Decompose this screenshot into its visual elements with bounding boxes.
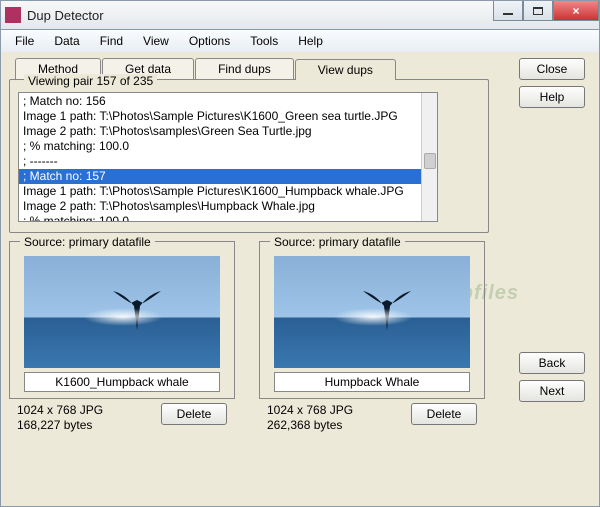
results-listbox[interactable]: ; Match no: 156 Image 1 path: T:\Photos\… bbox=[18, 92, 438, 222]
list-scrollbar[interactable] bbox=[421, 93, 437, 221]
image1-source: Source: primary datafile bbox=[20, 235, 155, 249]
image1-meta: 1024 x 768 JPG 168,227 bytes Delete bbox=[9, 403, 235, 433]
image2-dims: 1024 x 768 JPG bbox=[267, 403, 353, 418]
titlebar[interactable]: Dup Detector × bbox=[0, 0, 600, 30]
tab-finddups[interactable]: Find dups bbox=[195, 58, 294, 79]
splash bbox=[333, 308, 413, 326]
image1-size: 168,227 bytes bbox=[17, 418, 103, 433]
close-window-button[interactable]: × bbox=[553, 1, 599, 21]
image1-dims: 1024 x 768 JPG bbox=[17, 403, 103, 418]
nav-buttons: Back Next bbox=[519, 352, 585, 402]
image1-thumbnail bbox=[24, 256, 220, 368]
meta-row: 1024 x 768 JPG 168,227 bytes Delete 1024… bbox=[9, 403, 591, 433]
image2-panel: Source: primary datafile Humpback Whale bbox=[259, 241, 485, 399]
image2-source: Source: primary datafile bbox=[270, 235, 405, 249]
delete2-button[interactable]: Delete bbox=[411, 403, 477, 425]
image2-meta: 1024 x 768 JPG 262,368 bytes Delete bbox=[259, 403, 485, 433]
app-icon bbox=[5, 7, 21, 23]
list-item[interactable]: Image 1 path: T:\Photos\Sample Pictures\… bbox=[19, 184, 437, 199]
menu-data[interactable]: Data bbox=[44, 32, 89, 50]
splash bbox=[83, 308, 163, 326]
scrollbar-thumb[interactable] bbox=[424, 153, 436, 169]
client-area: Method Get data Find dups View dups Clos… bbox=[0, 52, 600, 507]
list-item[interactable]: Image 2 path: T:\Photos\samples\Humpback… bbox=[19, 199, 437, 214]
list-item[interactable]: ; % matching: 100.0 bbox=[19, 139, 437, 154]
delete1-button[interactable]: Delete bbox=[161, 403, 227, 425]
whale-tail-icon bbox=[102, 276, 172, 336]
menu-help[interactable]: Help bbox=[288, 32, 333, 50]
side-buttons-top: Close Help bbox=[519, 58, 585, 108]
minimize-button[interactable] bbox=[493, 1, 523, 21]
whale-tail-icon bbox=[352, 276, 422, 336]
image2-size: 262,368 bytes bbox=[267, 418, 353, 433]
list-item-selected[interactable]: ; Match no: 157 bbox=[19, 169, 437, 184]
list-item[interactable]: Image 1 path: T:\Photos\Sample Pictures\… bbox=[19, 109, 437, 124]
menu-tools[interactable]: Tools bbox=[240, 32, 288, 50]
close-button[interactable]: Close bbox=[519, 58, 585, 80]
menu-view[interactable]: View bbox=[133, 32, 179, 50]
tab-viewdups[interactable]: View dups bbox=[295, 59, 396, 80]
list-item[interactable]: Image 2 path: T:\Photos\samples\Green Se… bbox=[19, 124, 437, 139]
menu-file[interactable]: File bbox=[5, 32, 44, 50]
image2-name: Humpback Whale bbox=[274, 372, 470, 392]
window-controls: × bbox=[493, 1, 599, 21]
image1-panel: Source: primary datafile K1600_Humpback … bbox=[9, 241, 235, 399]
list-panel: Viewing pair 157 of 235 ; Match no: 156 … bbox=[9, 79, 489, 233]
list-item[interactable]: ; % matching: 100.0 bbox=[19, 214, 437, 222]
help-button[interactable]: Help bbox=[519, 86, 585, 108]
list-item[interactable]: ; ------- bbox=[19, 154, 437, 169]
maximize-button[interactable] bbox=[523, 1, 553, 21]
window-title: Dup Detector bbox=[27, 8, 104, 23]
image1-name: K1600_Humpback whale bbox=[24, 372, 220, 392]
list-item[interactable]: ; Match no: 156 bbox=[19, 94, 437, 109]
compare-row: Source: primary datafile K1600_Humpback … bbox=[9, 241, 591, 399]
menubar: File Data Find View Options Tools Help bbox=[0, 30, 600, 52]
menu-options[interactable]: Options bbox=[179, 32, 240, 50]
list-header: Viewing pair 157 of 235 bbox=[24, 74, 157, 88]
menu-find[interactable]: Find bbox=[90, 32, 133, 50]
back-button[interactable]: Back bbox=[519, 352, 585, 374]
next-button[interactable]: Next bbox=[519, 380, 585, 402]
image2-thumbnail bbox=[274, 256, 470, 368]
